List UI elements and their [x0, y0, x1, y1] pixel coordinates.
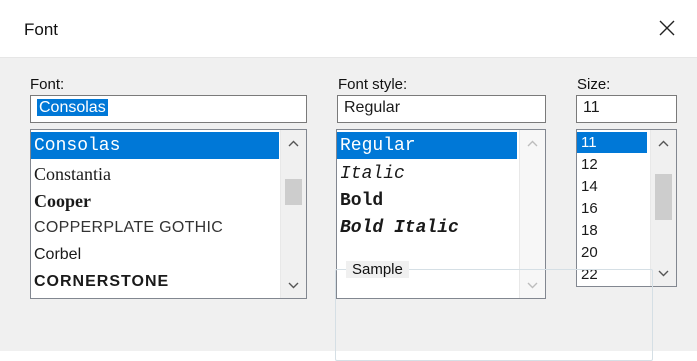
chevron-down-icon [658, 270, 669, 276]
size-input-value: 11 [583, 99, 600, 116]
style-list-item-italic[interactable]: Italic [337, 160, 517, 187]
list-item-label: Regular [340, 136, 416, 156]
font-style-input[interactable]: Regular [337, 95, 546, 123]
sample-groupbox [335, 269, 653, 361]
font-list-item-corbel[interactable]: Corbel [31, 241, 279, 268]
scroll-down-button[interactable] [651, 262, 676, 284]
font-label: Font: [30, 76, 65, 93]
list-item-label: COPPERPLATE GOTHIC [34, 219, 224, 236]
size-list[interactable]: 11 12 14 16 18 20 22 [576, 129, 677, 287]
scroll-down-button[interactable] [281, 274, 306, 296]
scroll-thumb[interactable] [655, 174, 672, 220]
size-label: Size: [577, 76, 611, 93]
font-list-item-copperplate-gothic[interactable]: COPPERPLATE GOTHIC [31, 214, 279, 241]
style-list-item-bold-italic[interactable]: Bold Italic [337, 214, 517, 241]
list-item-label: CORNERSTONE [34, 273, 170, 290]
size-list-item-12[interactable]: 12 [577, 154, 647, 175]
list-item-label: Constantia [34, 164, 111, 184]
size-list-item-14[interactable]: 14 [577, 176, 647, 197]
font-list[interactable]: Consolas Constantia Cooper COPPERPLATE G… [30, 129, 307, 299]
font-list-item-constantia[interactable]: Constantia [31, 160, 279, 187]
style-list-item-regular[interactable]: Regular [337, 132, 517, 159]
font-list-scrollbar[interactable] [280, 130, 306, 298]
window-title: Font [24, 20, 59, 39]
sample-label: Sample [346, 261, 409, 278]
font-list-item-cooper[interactable]: Cooper [31, 187, 279, 214]
scroll-thumb[interactable] [285, 179, 302, 205]
scroll-up-button[interactable] [281, 132, 306, 154]
close-button[interactable] [648, 10, 686, 46]
size-list-scrollbar[interactable] [650, 130, 676, 286]
list-item-label: 16 [581, 200, 598, 217]
chevron-down-icon [288, 282, 299, 288]
title-bar: Font [0, 0, 697, 58]
chevron-up-icon [288, 140, 299, 146]
size-list-item-16[interactable]: 16 [577, 198, 647, 219]
font-name-input[interactable]: Consolas [30, 95, 307, 123]
size-input[interactable]: 11 [576, 95, 677, 123]
font-style-label: Font style: [338, 76, 408, 93]
list-item-label: 12 [581, 156, 598, 173]
font-style-input-value: Regular [344, 99, 401, 116]
style-list-item-bold[interactable]: Bold [337, 187, 517, 214]
list-item-label: 11 [581, 134, 597, 151]
size-list-item-18[interactable]: 18 [577, 220, 647, 241]
list-item-label: 20 [581, 244, 598, 261]
scroll-up-button[interactable] [651, 132, 676, 154]
font-list-item-consolas[interactable]: Consolas [31, 132, 279, 159]
size-list-item-20[interactable]: 20 [577, 242, 647, 263]
chevron-up-icon [527, 140, 538, 146]
list-item-label: 14 [581, 178, 598, 195]
chevron-up-icon [658, 140, 669, 146]
list-item-label: Cooper [34, 191, 91, 211]
list-item-label: Consolas [34, 136, 121, 156]
scroll-up-button[interactable] [520, 132, 545, 154]
font-list-item-cornerstone[interactable]: CORNERSTONE [31, 268, 279, 295]
list-item-label: Bold [340, 191, 384, 211]
size-list-item-11[interactable]: 11 [577, 132, 647, 153]
close-icon [659, 20, 675, 36]
font-name-input-value: Consolas [37, 99, 108, 116]
list-item-label: Bold Italic [340, 218, 459, 238]
list-item-label: 18 [581, 222, 598, 239]
list-item-label: Italic [340, 164, 405, 184]
list-item-label: Corbel [34, 246, 82, 263]
